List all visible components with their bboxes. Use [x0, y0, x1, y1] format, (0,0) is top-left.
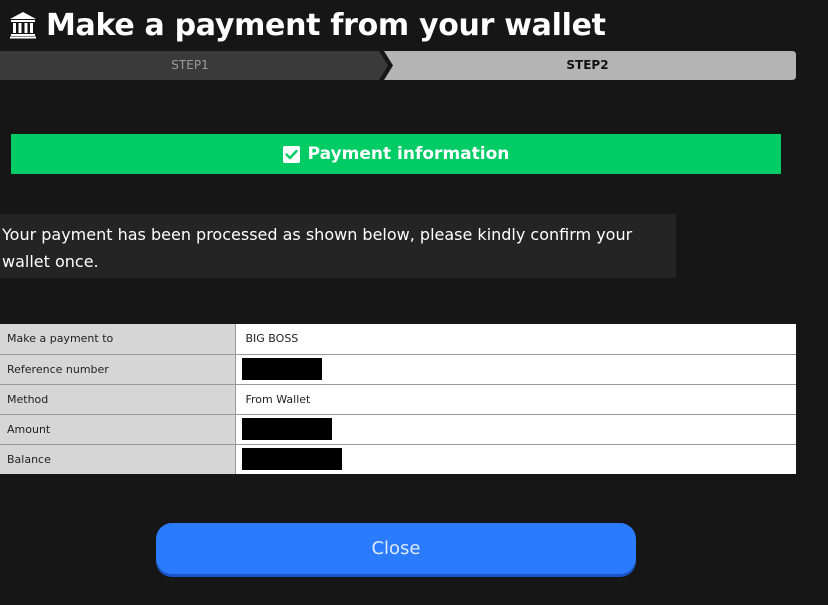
step-2-label: STEP2 [566, 58, 609, 72]
bank-icon [10, 12, 36, 39]
table-row: Method From Wallet [0, 384, 796, 415]
page-header: Make a payment from your wallet [9, 4, 606, 46]
step-indicator: STEP1 STEP2 [0, 51, 796, 80]
redacted-block [241, 418, 332, 440]
table-row: Make a payment to BIG BOSS [0, 324, 796, 355]
row-value [235, 354, 796, 385]
payment-info-banner: Payment information [11, 134, 781, 174]
table-row: Amount [0, 414, 796, 445]
check-square-icon [282, 145, 300, 163]
row-label: Method [0, 384, 236, 415]
row-value: From Wallet [235, 384, 796, 415]
page-title: Make a payment from your wallet [46, 7, 606, 43]
row-label: Amount [0, 414, 236, 445]
row-label: Balance [0, 444, 236, 474]
row-value: BIG BOSS [235, 324, 796, 355]
table-row: Reference number [0, 354, 796, 385]
row-label: Make a payment to [0, 324, 236, 355]
table-row: Balance [0, 444, 796, 474]
status-message: Your payment has been processed as shown… [0, 214, 676, 278]
redacted-block [241, 448, 342, 471]
banner-title: Payment information [307, 144, 510, 164]
row-label: Reference number [0, 354, 236, 385]
payment-details-table: Make a payment to BIG BOSS Reference num… [0, 324, 796, 474]
row-value [235, 414, 796, 445]
row-value [235, 444, 796, 474]
close-button[interactable]: Close [156, 523, 636, 574]
step-1-label: STEP1 [171, 58, 209, 72]
redacted-block [241, 358, 322, 380]
